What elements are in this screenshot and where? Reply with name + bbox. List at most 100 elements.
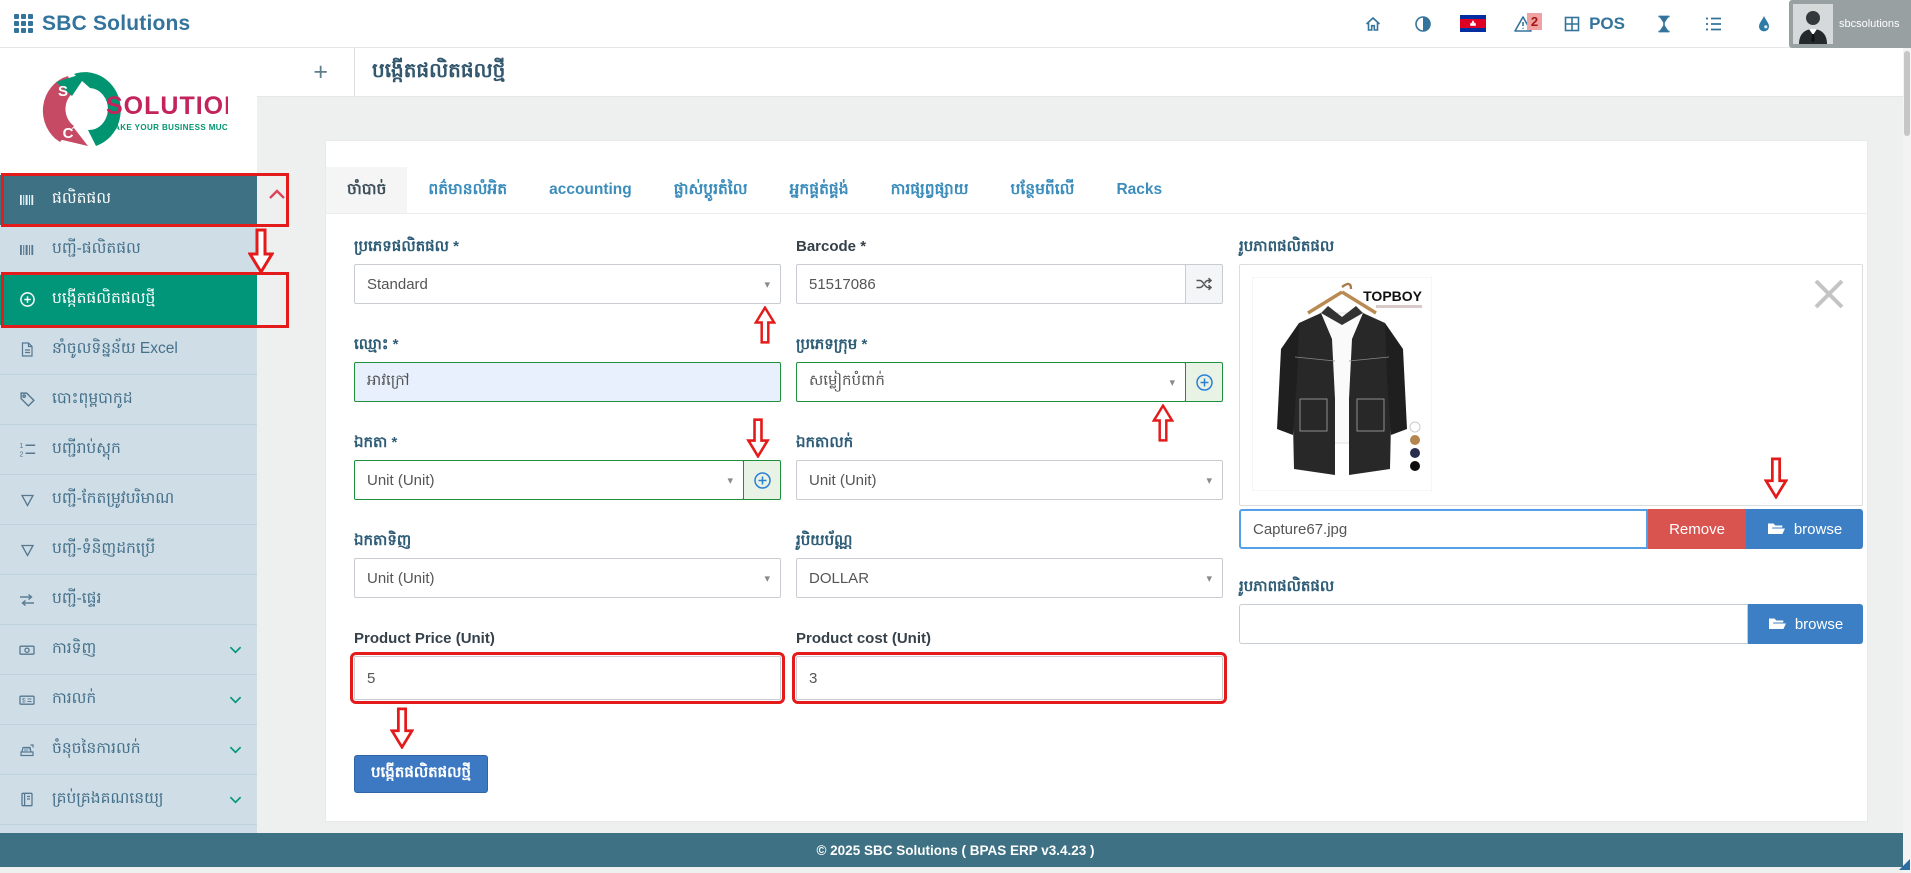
file-icon [17, 341, 37, 358]
sidebar-item-label: បញ្ជី-ផលិតផល [52, 238, 141, 261]
group-select[interactable]: សម្លៀកបំពាក់ ▾ [796, 362, 1186, 402]
folder-open-icon [1768, 616, 1787, 632]
contrast-icon[interactable] [1398, 0, 1448, 48]
sidebar-item-label: បញ្ជី-ផ្ទេរ [52, 588, 101, 611]
caret-down-icon: ▾ [1169, 376, 1175, 389]
sidebar-item-label: បញ្ជីរាប់ស្តុក [52, 438, 121, 461]
svg-text:SOLUTIONS: SOLUTIONS [106, 92, 228, 120]
alert-triangle-icon[interactable]: 2 [1498, 0, 1548, 48]
price-label: Product Price (Unit) [354, 629, 781, 648]
plus-circle-icon [753, 471, 772, 490]
sidebar-item-label: នាំចូលទិន្នន័យ Excel [52, 338, 178, 361]
image-filename-input[interactable] [1239, 509, 1648, 549]
sidebar-item-label: បោះពុម្ពបាកូដ [52, 388, 133, 411]
product-type-select[interactable]: Standard ▾ [354, 264, 781, 304]
cost-input[interactable] [796, 656, 1223, 700]
funnel-icon [17, 492, 37, 508]
remove-image-button[interactable]: Remove [1648, 509, 1746, 549]
chevron-down-icon [228, 743, 243, 756]
product-type-value: Standard [367, 276, 428, 293]
alert-count-badge: 2 [1527, 13, 1542, 30]
hourglass-icon[interactable] [1639, 0, 1689, 48]
transfer-arrows-icon [17, 592, 37, 608]
sidebar-item-create-product[interactable]: បង្កើតផលិតផលថ្មី [0, 275, 257, 325]
footer: © 2025 SBC Solutions ( BPAS ERP v3.4.23 … [0, 833, 1911, 867]
unit-select[interactable]: Unit (Unit) ▾ [354, 460, 744, 500]
caret-down-icon: ▾ [727, 474, 733, 487]
barcode-label: Barcode * [796, 237, 1223, 256]
barcode-icon [17, 192, 37, 208]
currency-value: DOLLAR [809, 570, 869, 587]
form-fields: ប្រភេទផលិតផល * Standard ▾ Barcode * [354, 237, 1223, 731]
sidebar-item-quantity-adjust-list[interactable]: បញ្ជី-កែតម្រូវបរិមាណ [0, 475, 257, 525]
droplet-icon[interactable] [1739, 0, 1789, 48]
field-group: ប្រភេទក្រុម * សម្លៀកបំពាក់ ▾ [796, 335, 1223, 402]
tab-suppliers[interactable]: អ្នកផ្គត់ផ្គង់ [769, 167, 870, 213]
sidebar-item-point-of-sale[interactable]: ចំនុចនៃការលក់ [0, 725, 257, 775]
sidebar-item-purchases[interactable]: ការទិញ [0, 625, 257, 675]
image-panel: រូបភាពផលិតផល TOPBOY [1239, 237, 1863, 644]
sidebar-item-label: ផលិតផល [52, 188, 111, 211]
tab-required[interactable]: ចាំបាច់ [326, 167, 407, 213]
name-input[interactable] [354, 362, 781, 402]
caret-down-icon: ▾ [1206, 572, 1212, 585]
user-menu[interactable]: sbcsolutions [1789, 0, 1911, 48]
pos-button[interactable]: POS [1548, 14, 1639, 34]
tab-additional[interactable]: បន្ថែមពីលើ [989, 167, 1095, 213]
sidebar-item-transfer-list[interactable]: បញ្ជី-ផ្ទេរ [0, 575, 257, 625]
field-price: Product Price (Unit) [354, 629, 781, 700]
sidebar-item-stock-count-list[interactable]: 12 បញ្ជីរាប់ស្តុក [0, 425, 257, 475]
browse-image-button-2[interactable]: browse [1748, 604, 1863, 644]
scrollbar-track[interactable] [1903, 48, 1911, 873]
svg-text:1: 1 [19, 443, 23, 450]
form-card: ចាំបាច់ ពត៌មានលំអិត accounting ផ្លាស់ប្ត… [325, 140, 1868, 822]
sidebar-item-import-excel[interactable]: នាំចូលទិន្នន័យ Excel [0, 325, 257, 375]
page-title: បង្កើតផលិតផលថ្មី [355, 57, 505, 87]
plus-circle-icon [1195, 373, 1214, 392]
list-icon[interactable] [1689, 0, 1739, 48]
sidebar-item-label: គ្រប់គ្រងគណនេយ្យ [52, 788, 163, 811]
cash-register-icon [17, 742, 37, 758]
sidebar-item-products[interactable]: ផលិតផល [0, 175, 257, 225]
purchase-unit-select[interactable]: Unit (Unit) ▾ [354, 558, 781, 598]
logo: S B C SOLUTIONS MAKE YOUR BUSINESS MUCH … [0, 48, 257, 175]
tab-racks[interactable]: Racks [1095, 167, 1183, 213]
tag-icon [17, 391, 37, 408]
currency-select[interactable]: DOLLAR ▾ [796, 558, 1223, 598]
generate-barcode-button[interactable] [1185, 264, 1223, 304]
sidebar-item-print-barcode[interactable]: បោះពុម្ពបាកូដ [0, 375, 257, 425]
scrollbar-thumb[interactable] [1904, 51, 1910, 136]
field-cost: Product cost (Unit) [796, 629, 1223, 700]
price-input[interactable] [354, 656, 781, 700]
cambodia-flag-icon[interactable] [1448, 0, 1498, 48]
svg-text:TOPBOY: TOPBOY [1363, 288, 1423, 304]
add-unit-button[interactable] [743, 460, 781, 500]
pos-grid-icon [1562, 14, 1582, 34]
field-name: ឈ្មោះ * [354, 335, 781, 402]
tab-promotion[interactable]: ការផ្សព្វផ្សាយ [870, 167, 990, 213]
brand[interactable]: SBC Solutions [0, 12, 190, 36]
field-barcode: Barcode * [796, 237, 1223, 304]
cost-label: Product cost (Unit) [796, 629, 1223, 648]
sidebar-item-product-list[interactable]: បញ្ជី-ផលិតផល [0, 225, 257, 275]
unit-value: Unit (Unit) [367, 472, 435, 489]
sidebar-item-accounting-management[interactable]: គ្រប់គ្រងគណនេយ្យ [0, 775, 257, 825]
tab-price-change[interactable]: ផ្លាស់ប្តូរតំលៃ [653, 167, 769, 213]
tab-accounting[interactable]: accounting [528, 167, 653, 213]
sale-unit-select[interactable]: Unit (Unit) ▾ [796, 460, 1223, 500]
apps-grid-icon [14, 14, 33, 33]
close-icon[interactable] [1810, 275, 1848, 318]
barcode-input[interactable] [796, 264, 1186, 304]
browse-image-button[interactable]: browse [1746, 509, 1863, 549]
add-group-button[interactable] [1185, 362, 1223, 402]
new-tab-button[interactable]: + [257, 48, 355, 96]
footer-text: © 2025 SBC Solutions ( BPAS ERP v3.4.23 … [816, 843, 1094, 858]
create-product-submit-button[interactable]: បង្កើតផលិតផលថ្មី [354, 755, 488, 793]
sidebar-item-goods-withdraw-list[interactable]: បញ្ជី-ទំនិញដកប្រើ [0, 525, 257, 575]
browse-label: browse [1795, 616, 1843, 633]
sidebar-item-label: បង្កើតផលិតផលថ្មី [52, 288, 155, 311]
sidebar-item-sales[interactable]: $ ការលក់ [0, 675, 257, 725]
tab-details[interactable]: ពត៌មានលំអិត [407, 167, 528, 213]
image-filename-input-2[interactable] [1239, 604, 1748, 644]
home-icon[interactable] [1348, 0, 1398, 48]
